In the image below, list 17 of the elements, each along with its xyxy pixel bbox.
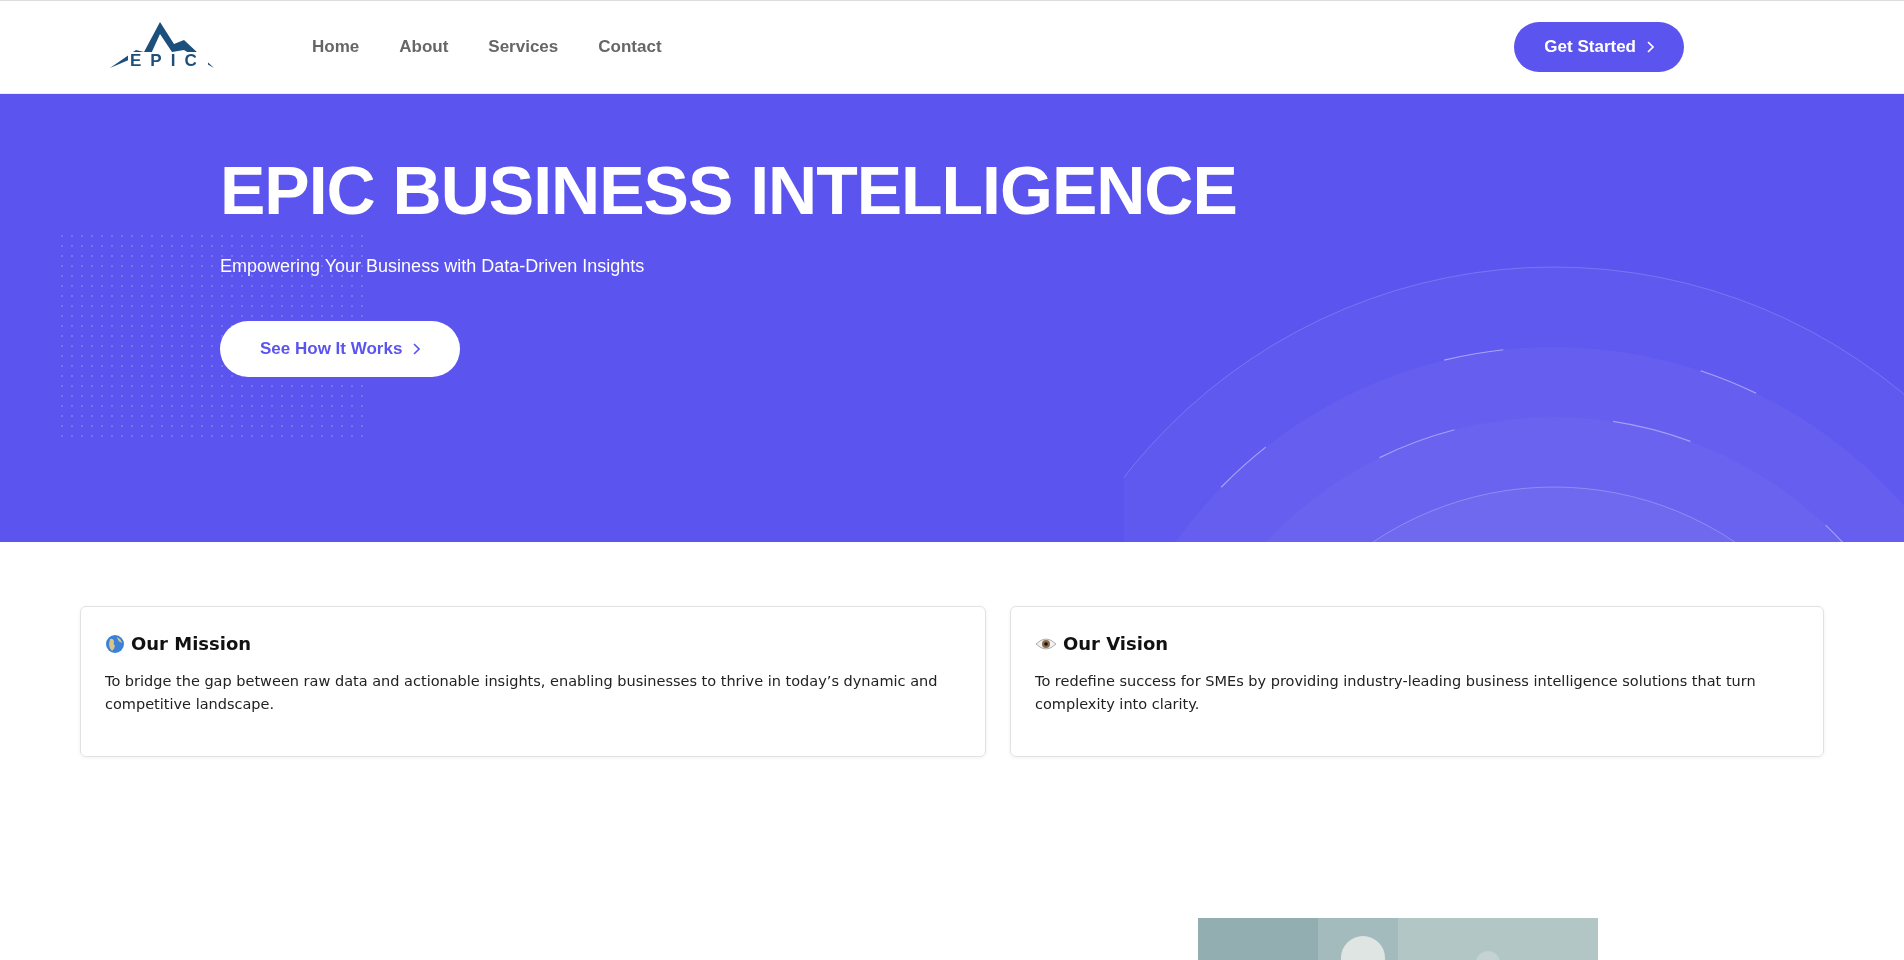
globe-icon xyxy=(105,633,125,654)
card-title: Our Vision xyxy=(1063,633,1169,654)
eye-icon xyxy=(1035,636,1057,651)
nav-link[interactable]: Services xyxy=(488,37,559,57)
chevron-icon xyxy=(1646,41,1654,53)
card-text: To redefine success for SMEs by providing industry-leading business intelligence solutions that turn complexity into clarity. xyxy=(1035,672,1757,714)
card-title: Our Mission xyxy=(131,633,252,654)
logo[interactable]: EPIC xyxy=(110,22,214,72)
nav-link[interactable]: About xyxy=(399,37,449,57)
nav-link[interactable]: Home xyxy=(312,37,360,57)
hero-subtitle: Empowering Your Business with Data-Driven Insights xyxy=(220,256,646,277)
get-started-button[interactable]: Get Started xyxy=(1514,22,1684,72)
see-how-it-works-button[interactable]: See How It Works xyxy=(220,321,461,377)
chevron-icon xyxy=(412,343,421,355)
hero-title: EPIC BUSINESS INTELLIGENCE xyxy=(220,152,1238,228)
nav-link[interactable]: Contact xyxy=(598,37,662,57)
card-text: To bridge the gap between raw data and actionable insights, enabling businesses to thrive in today’s dynamic and competitive landscape. xyxy=(105,672,939,714)
